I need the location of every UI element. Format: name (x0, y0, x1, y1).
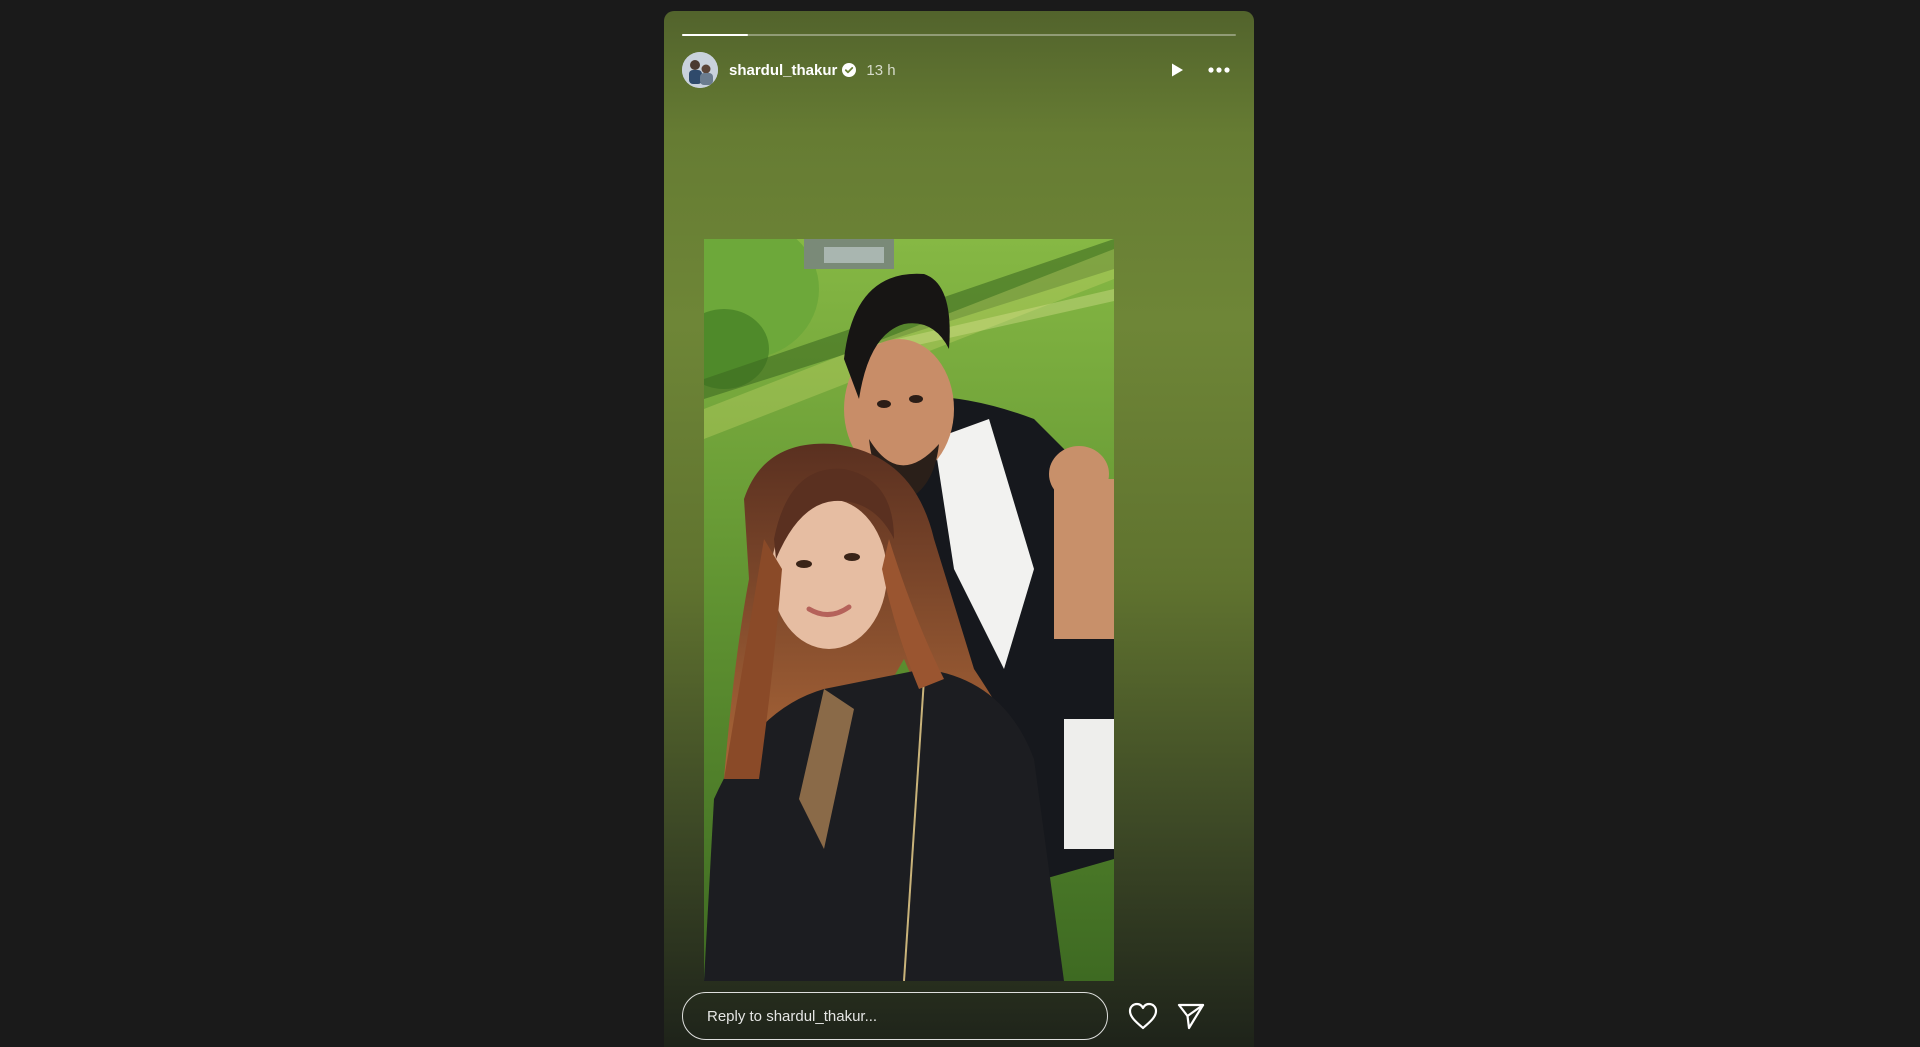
like-button[interactable] (1124, 997, 1162, 1035)
story-progress-bar (682, 34, 1236, 36)
send-icon (1177, 1003, 1205, 1030)
story-photo (704, 239, 1114, 981)
story-footer (682, 990, 1236, 1042)
play-icon (1172, 63, 1183, 77)
story-header: shardul_thakur 13 h (682, 51, 1236, 89)
more-options-icon (1208, 67, 1230, 73)
story-viewer-page: shardul_thakur 13 h (0, 0, 1920, 1047)
avatar[interactable] (682, 52, 718, 88)
story-card[interactable]: shardul_thakur 13 h (664, 11, 1254, 1047)
more-options-button[interactable] (1202, 53, 1236, 87)
heart-icon (1128, 1002, 1158, 1030)
story-progress-fill (682, 34, 749, 36)
play-button[interactable] (1160, 53, 1194, 87)
post-time: 13 h (866, 61, 896, 79)
username[interactable]: shardul_thakur (729, 62, 837, 79)
reply-input[interactable] (682, 992, 1108, 1040)
share-button[interactable] (1172, 997, 1210, 1035)
verified-badge-icon (842, 63, 857, 77)
